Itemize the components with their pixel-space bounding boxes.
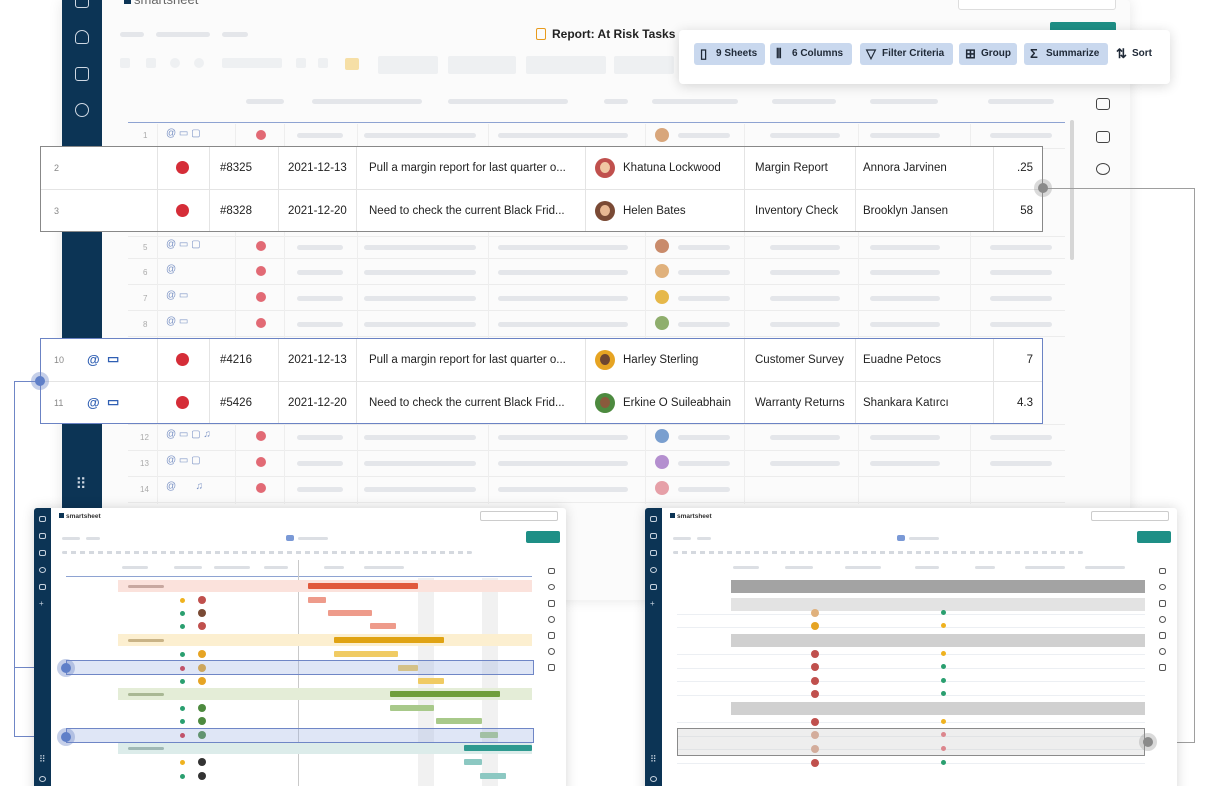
linked-row-selection (66, 660, 534, 675)
status-dot (176, 396, 189, 409)
table-row[interactable]: 3 #8328 2021-12-20 Need to check the cur… (41, 190, 1042, 232)
status-dot (256, 292, 266, 302)
avatar (655, 290, 669, 304)
columns-button[interactable]: ⦀ 6 Columns (770, 43, 852, 65)
report-toolbar: ▯ 9 Sheets ⦀ 6 Columns ▽ Filter Criteria ⊞ G… (679, 30, 1170, 84)
comment-icon[interactable]: ▭ (107, 394, 119, 410)
report-title: Report: At Risk Tasks (536, 27, 675, 41)
connector-line (14, 381, 16, 737)
group-icon: ⊞ (965, 46, 976, 61)
comments-icon[interactable] (1096, 98, 1110, 110)
sheets-button[interactable]: ▯ 9 Sheets (694, 43, 765, 65)
summarize-button[interactable]: Σ Summarize (1024, 43, 1108, 65)
apps-grid-icon[interactable]: ⠿ (74, 477, 88, 492)
filter-criteria-button[interactable]: ▽ Filter Criteria (860, 43, 953, 65)
sheet-icon: ▯ (700, 46, 708, 61)
connector-knob (57, 659, 75, 677)
connector-line (1043, 188, 1195, 190)
mini-gantt-window: + ⠿ smartsheet (34, 508, 566, 786)
status-dot (256, 431, 266, 441)
status-dot (256, 241, 266, 251)
avatar (655, 128, 669, 142)
mini-brand-logo: smartsheet (670, 513, 712, 520)
activity-icon[interactable] (1096, 163, 1110, 175)
table-row[interactable]: 10 @ ▭ #4216 2021-12-13 Pull a margin re… (41, 339, 1042, 381)
avatar (655, 316, 669, 330)
avatar (655, 455, 669, 469)
mini-nav: + ⠿ (34, 508, 51, 786)
highlight-rows-bottom: 10 @ ▭ #4216 2021-12-13 Pull a margin re… (40, 338, 1043, 424)
connector-knob (31, 372, 49, 390)
table-row[interactable]: 11 @ ▭ #5426 2021-12-20 Need to check th… (41, 382, 1042, 424)
avatar (655, 481, 669, 495)
status-dot (256, 266, 266, 276)
filter-icon: ▽ (866, 46, 876, 61)
upload-icon[interactable] (1096, 131, 1110, 143)
attachment-icon[interactable]: @ (87, 352, 100, 367)
search-input[interactable] (958, 0, 1116, 10)
avatar (595, 201, 615, 221)
left-nav: ⠿ (62, 0, 102, 515)
mini-nav: + ⠿ (645, 508, 662, 786)
mini-grid-window: + ⠿ smartsheet (645, 508, 1177, 786)
mini-share-button[interactable] (526, 531, 560, 543)
mini-brand-logo: smartsheet (59, 513, 101, 520)
linked-rows-selection (677, 728, 1145, 756)
connector-knob (1034, 179, 1052, 197)
comment-icon[interactable]: ▭ (107, 351, 119, 367)
attachment-icon[interactable]: @ (87, 395, 100, 410)
avatar (655, 264, 669, 278)
status-dot (256, 457, 266, 467)
avatar (655, 239, 669, 253)
highlight-rows-top: 2 #8325 2021-12-13 Pull a margin report … (40, 146, 1043, 232)
status-dot (256, 318, 266, 328)
report-icon (536, 28, 546, 40)
mini-search[interactable] (480, 511, 558, 521)
status-dot (176, 161, 189, 174)
bell-icon[interactable] (75, 30, 89, 44)
connector-knob (1139, 733, 1157, 751)
scrollbar[interactable] (1070, 120, 1074, 260)
status-dot (176, 204, 189, 217)
stage: ⠿ smartsheet Report: At Risk Tasks (0, 0, 1210, 786)
group-button[interactable]: ⊞ Group (959, 43, 1017, 65)
avatar (595, 158, 615, 178)
connector-knob (57, 728, 75, 746)
brand-logo: smartsheet (124, 0, 198, 7)
sort-button[interactable]: ⇅ Sort (1110, 43, 1160, 65)
table-row[interactable]: 2 #8325 2021-12-13 Pull a margin report … (41, 147, 1042, 189)
clock-icon[interactable] (75, 103, 89, 117)
columns-icon: ⦀ (776, 46, 782, 61)
status-dot (256, 130, 266, 140)
status-dot (176, 353, 189, 366)
home-icon[interactable] (75, 0, 89, 8)
avatar (595, 350, 615, 370)
sort-icon: ⇅ (1116, 46, 1127, 61)
avatar (655, 429, 669, 443)
mini-share-button[interactable] (1137, 531, 1171, 543)
avatar (595, 393, 615, 413)
status-dot (256, 483, 266, 493)
linked-row-selection (66, 728, 534, 743)
connector-line (1194, 188, 1196, 743)
folder-icon[interactable] (75, 67, 89, 81)
sigma-icon: Σ (1030, 46, 1038, 61)
mini-search[interactable] (1091, 511, 1169, 521)
